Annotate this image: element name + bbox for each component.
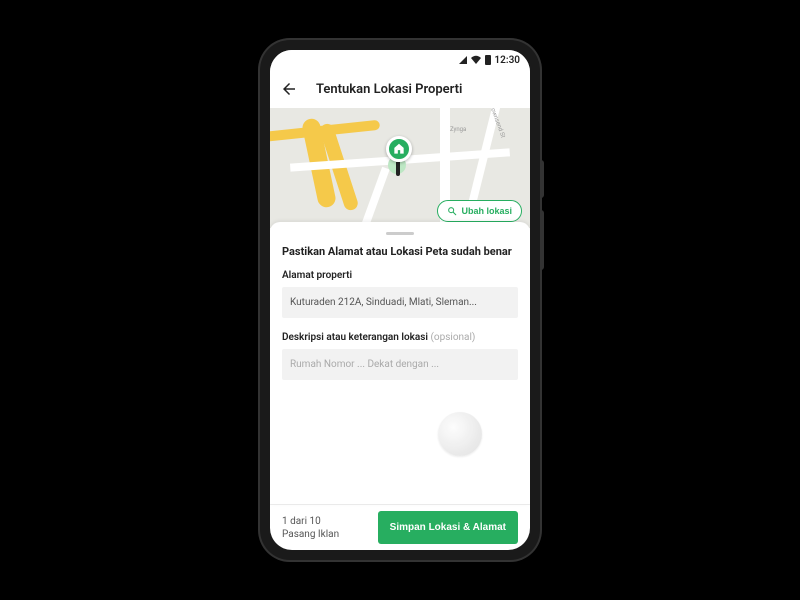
phone-side-button [540, 160, 544, 198]
sheet-title: Pastikan Alamat atau Lokasi Peta sudah b… [282, 245, 518, 258]
touch-indicator [438, 412, 482, 456]
phone-frame: 12:30 Tentukan Lokasi Properti Zynga Tow… [260, 40, 540, 560]
status-time: 12:30 [494, 55, 520, 66]
wifi-icon [470, 54, 482, 67]
address-label: Alamat properti [282, 270, 518, 281]
bottom-sheet: Pastikan Alamat atau Lokasi Peta sudah b… [270, 222, 530, 504]
app-bar: Tentukan Lokasi Properti [270, 70, 530, 108]
screen: 12:30 Tentukan Lokasi Properti Zynga Tow… [270, 50, 530, 550]
signal-icon [459, 56, 467, 64]
description-label: Deskripsi atau keterangan lokasi (opsion… [282, 332, 518, 343]
back-arrow-icon[interactable] [280, 80, 298, 98]
status-bar: 12:30 [270, 50, 530, 70]
search-icon [447, 206, 457, 216]
map-poi-label: Zynga [450, 126, 466, 133]
map-pin-tail [396, 162, 400, 176]
footer: 1 dari 10 Pasang Iklan Simpan Lokasi & A… [270, 504, 530, 550]
progress-text: 1 dari 10 Pasang Iklan [282, 515, 368, 541]
sheet-handle[interactable] [386, 232, 414, 235]
change-location-label: Ubah lokasi [461, 206, 512, 216]
description-input[interactable] [282, 349, 518, 380]
phone-side-button [540, 210, 544, 270]
change-location-button[interactable]: Ubah lokasi [437, 200, 522, 222]
battery-icon [485, 55, 491, 65]
save-button[interactable]: Simpan Lokasi & Alamat [378, 511, 518, 544]
page-title: Tentukan Lokasi Properti [316, 82, 462, 97]
map-pin-icon[interactable] [386, 136, 412, 162]
address-input[interactable] [282, 287, 518, 318]
map[interactable]: Zynga Townsend St Ubah lokasi [270, 108, 530, 228]
